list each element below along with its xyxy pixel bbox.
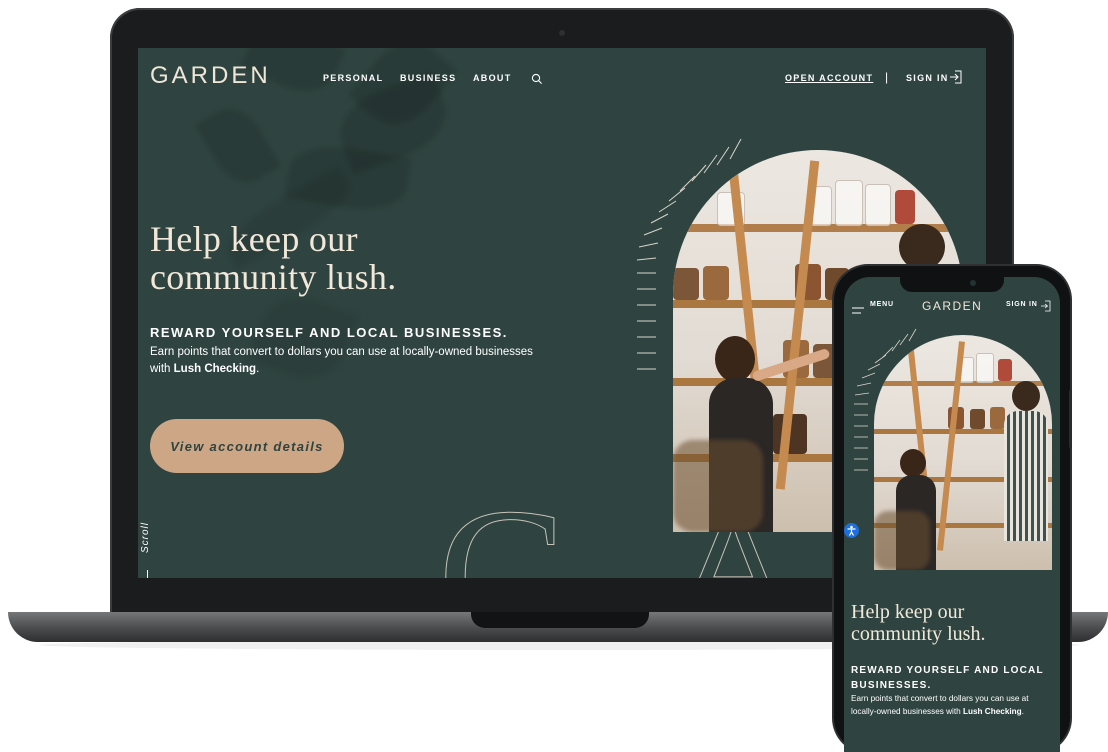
nav-personal[interactable]: PERSONAL (323, 73, 383, 83)
watermark-g: G (438, 483, 575, 578)
nav-divider: | (885, 70, 890, 84)
phone-hero-subtitle: REWARD YOURSELF AND LOCAL BUSINESSES. (851, 665, 1044, 691)
hero-title: Help keep our community lush. (150, 219, 397, 297)
hero-body-end: . (256, 363, 260, 375)
phone-hero-body-end: . (1021, 706, 1024, 716)
search-icon[interactable] (531, 72, 543, 84)
lush-checking-link[interactable]: Lush Checking (174, 363, 256, 375)
menu-label[interactable]: MENU (870, 301, 894, 308)
phone-side-button (1069, 390, 1072, 448)
laptop-notch (471, 612, 649, 628)
nav-business[interactable]: BUSINESS (400, 73, 456, 83)
sign-in-icon[interactable] (949, 69, 963, 85)
phone-hero-photo (874, 335, 1052, 570)
phone-sign-in-icon[interactable] (1041, 299, 1051, 312)
leaf-shadow (194, 97, 282, 194)
phone-screen: MENU GARDEN SIGN IN Help keep our commun… (844, 277, 1060, 752)
menu-icon[interactable] (852, 302, 864, 314)
brand-logo[interactable]: GARDEN (150, 62, 271, 90)
open-account-link[interactable]: OPEN ACCOUNT (785, 73, 873, 83)
phone-lush-checking-link[interactable]: Lush Checking (963, 707, 1022, 716)
hero-subtitle: REWARD YOURSELF AND LOCAL BUSINESSES. (150, 325, 508, 340)
hero-body: Earn points that convert to dollars you … (150, 344, 550, 378)
phone-hero-title: Help keep our community lush. (851, 601, 986, 645)
view-account-details-button[interactable]: View account details (150, 419, 344, 473)
phone-hero-body: Earn points that convert to dollars you … (851, 693, 1056, 718)
scroll-label: Scroll (140, 521, 152, 554)
phone-brand-logo[interactable]: GARDEN (922, 299, 982, 313)
phone-camera (970, 280, 976, 286)
nav-about[interactable]: ABOUT (473, 73, 512, 83)
phone-sign-in-link[interactable]: SIGN IN (1006, 301, 1038, 308)
accessibility-icon[interactable] (844, 523, 859, 538)
sign-in-link[interactable]: SIGN IN (906, 73, 949, 83)
scroll-line (147, 570, 148, 578)
phone-notch (900, 276, 1004, 292)
laptop-camera (559, 30, 565, 36)
